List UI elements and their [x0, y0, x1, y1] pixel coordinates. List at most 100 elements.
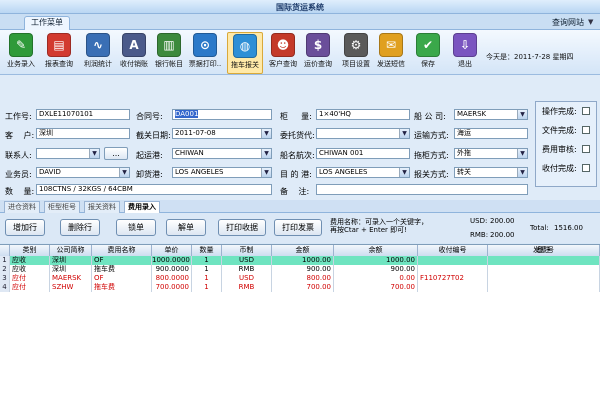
- toolbar-button-0[interactable]: ✎ 业务录入: [3, 32, 39, 74]
- subtab-1[interactable]: 柜型柜号: [44, 201, 80, 213]
- customs-mode-select[interactable]: 转关 ▼: [454, 167, 528, 178]
- table-cell[interactable]: OF: [92, 274, 152, 283]
- table-cell[interactable]: 拖车费: [92, 265, 152, 274]
- table-cell[interactable]: 700.00: [334, 283, 418, 292]
- salesman-select[interactable]: DAVID ▼: [36, 167, 130, 178]
- column-header[interactable]: 发票号: [488, 245, 600, 256]
- chevron-down-icon[interactable]: ▼: [261, 168, 271, 177]
- subtab-2[interactable]: 报关资料: [84, 201, 120, 213]
- column-header[interactable]: 币制: [222, 245, 272, 256]
- table-cell[interactable]: RMB: [222, 283, 272, 292]
- column-header[interactable]: 费用名称: [92, 245, 152, 256]
- table-cell[interactable]: [418, 256, 488, 265]
- tab-work-menu[interactable]: 工作菜单: [24, 16, 70, 30]
- column-header[interactable]: 公司简称: [50, 245, 92, 256]
- chevron-down-icon[interactable]: ▼: [89, 149, 99, 158]
- remark-field[interactable]: [316, 184, 528, 195]
- table-cell[interactable]: 800.00: [272, 274, 334, 283]
- chevron-down-icon[interactable]: ▼: [588, 18, 596, 26]
- quantity-field[interactable]: 108CTNS / 32KGS / 64CBM: [36, 184, 272, 195]
- table-cell[interactable]: RMB: [222, 265, 272, 274]
- discharge-port-select[interactable]: LOS ANGELES ▼: [172, 167, 272, 178]
- transport-field[interactable]: 海运: [454, 128, 528, 139]
- table-cell[interactable]: 应付: [10, 283, 50, 292]
- table-cell[interactable]: 700.0000: [152, 283, 192, 292]
- lock-button[interactable]: 锁单: [116, 219, 156, 236]
- subtab-0[interactable]: 进仓资料: [4, 201, 40, 213]
- table-cell[interactable]: 1: [192, 265, 222, 274]
- unlock-button[interactable]: 解单: [166, 219, 206, 236]
- table-cell[interactable]: 1: [192, 274, 222, 283]
- table-cell[interactable]: USD: [222, 274, 272, 283]
- chevron-down-icon[interactable]: ▼: [517, 149, 527, 158]
- query-site-link[interactable]: 查询网站: [552, 17, 584, 28]
- forwarder-select[interactable]: ▼: [316, 128, 410, 139]
- table-cell[interactable]: 700.00: [272, 283, 334, 292]
- table-row[interactable]: 2 应收 深圳 拖车费 900.0000 1 RMB 900.00 900.00: [0, 265, 600, 274]
- toolbar-button-6[interactable]: ◍ 拖车报关: [227, 32, 263, 74]
- table-cell[interactable]: 800.0000: [152, 274, 192, 283]
- table-cell[interactable]: [418, 265, 488, 274]
- origin-port-select[interactable]: CHIWAN ▼: [172, 148, 272, 159]
- status-checkbox-1[interactable]: [582, 126, 590, 134]
- column-header[interactable]: 金额: [272, 245, 334, 256]
- table-cell[interactable]: [418, 283, 488, 292]
- print-invoice-button[interactable]: 打印发票: [274, 219, 322, 236]
- table-cell[interactable]: MAERSK: [50, 274, 92, 283]
- toolbar-button-1[interactable]: ▤ 报表查询: [41, 32, 77, 74]
- toolbar-button-2[interactable]: ∿ 利润统计: [80, 32, 116, 74]
- table-cell[interactable]: 900.0000: [152, 265, 192, 274]
- chevron-down-icon[interactable]: ▼: [261, 149, 271, 158]
- table-cell[interactable]: 深圳: [50, 265, 92, 274]
- table-cell[interactable]: 应付: [10, 274, 50, 283]
- table-cell[interactable]: 1000.0000: [152, 256, 192, 265]
- destination-select[interactable]: LOS ANGELES ▼: [316, 167, 410, 178]
- shipping-co-select[interactable]: MAERSK ▼: [454, 109, 528, 120]
- subtab-3[interactable]: 费用录入: [124, 201, 160, 213]
- column-header[interactable]: 收付编号: [418, 245, 488, 256]
- table-cell[interactable]: SZHW: [50, 283, 92, 292]
- print-receipt-button[interactable]: 打印收据: [218, 219, 266, 236]
- table-cell[interactable]: [488, 283, 600, 292]
- chevron-down-icon[interactable]: ▼: [517, 110, 527, 119]
- table-cell[interactable]: [488, 274, 600, 283]
- chevron-down-icon[interactable]: ▼: [119, 168, 129, 177]
- toolbar-button-4[interactable]: ▥ 银行帐目: [151, 32, 187, 74]
- table-cell[interactable]: 900.00: [334, 265, 418, 274]
- column-header[interactable]: 类别: [10, 245, 50, 256]
- column-header[interactable]: 余额: [334, 245, 418, 256]
- chevron-down-icon[interactable]: ▼: [399, 129, 409, 138]
- toolbar-button-8[interactable]: $ 运价查询: [300, 32, 336, 74]
- status-checkbox-0[interactable]: [582, 107, 590, 115]
- table-row[interactable]: 4 应付 SZHW 拖车费 700.0000 1 RMB 700.00 700.00: [0, 283, 600, 292]
- table-cell[interactable]: 1: [192, 256, 222, 265]
- table-cell[interactable]: 1000.00: [272, 256, 334, 265]
- table-cell[interactable]: OF: [92, 256, 152, 265]
- column-header[interactable]: 数量: [192, 245, 222, 256]
- table-cell[interactable]: 1: [192, 283, 222, 292]
- status-checkbox-3[interactable]: [582, 164, 590, 172]
- pickup-select[interactable]: 外拖 ▼: [454, 148, 528, 159]
- chevron-down-icon[interactable]: ▼: [517, 168, 527, 177]
- chevron-down-icon[interactable]: ▼: [261, 129, 271, 138]
- contact-more-button[interactable]: ...: [104, 147, 128, 160]
- table-cell[interactable]: 拖车费: [92, 283, 152, 292]
- add-row-button[interactable]: 增加行: [5, 219, 45, 236]
- table-cell[interactable]: 深圳: [50, 256, 92, 265]
- delete-row-button[interactable]: 删除行: [60, 219, 100, 236]
- chevron-down-icon[interactable]: ▼: [399, 168, 409, 177]
- table-cell[interactable]: [488, 256, 600, 265]
- container-qty-field[interactable]: 1×40'HQ: [316, 109, 410, 120]
- table-cell[interactable]: F110727T02: [418, 274, 488, 283]
- toolbar-button-11[interactable]: ✔ 保存: [410, 32, 446, 74]
- table-row[interactable]: 3 应付 MAERSK OF 800.0000 1 USD 800.00 0.00 F110727…: [0, 274, 600, 283]
- column-header[interactable]: 单价: [152, 245, 192, 256]
- table-cell[interactable]: 900.00: [272, 265, 334, 274]
- customer-field[interactable]: 深圳: [36, 128, 130, 139]
- vessel-field[interactable]: CHIWAN 001: [316, 148, 410, 159]
- table-cell[interactable]: 1000.00: [334, 256, 418, 265]
- toolbar-button-12[interactable]: ⇩ 退出: [447, 32, 483, 74]
- table-cell[interactable]: 应收: [10, 256, 50, 265]
- table-cell[interactable]: USD: [222, 256, 272, 265]
- work-no-field[interactable]: DXLE11070101: [36, 109, 130, 120]
